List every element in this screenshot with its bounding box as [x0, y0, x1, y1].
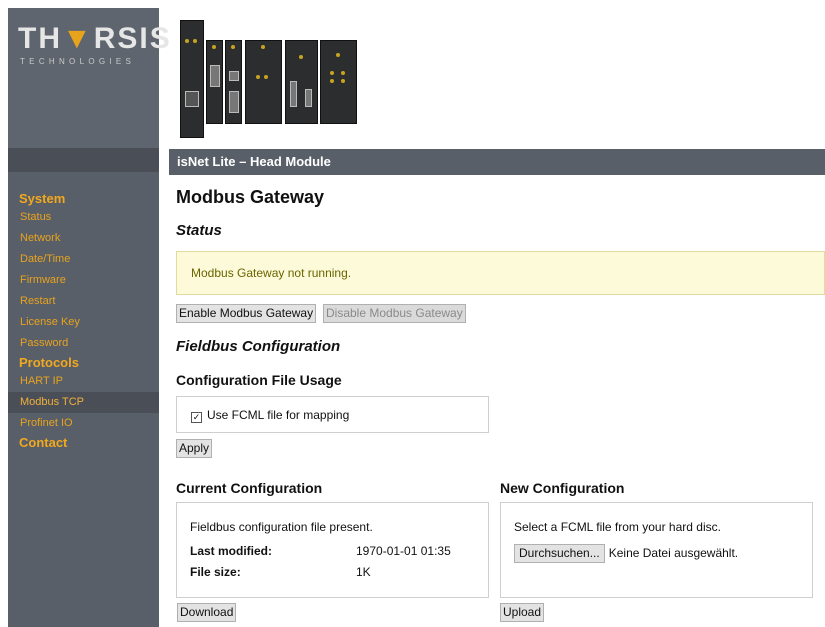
- device-module-3-image: [225, 40, 242, 124]
- brand-tagline: TECHNOLOGIES: [20, 57, 136, 66]
- disable-modbus-gateway-button[interactable]: Disable Modbus Gateway: [323, 304, 466, 323]
- last-modified-label: Last modified:: [190, 544, 273, 558]
- logo-o-icon: ▼: [62, 22, 94, 55]
- current-configuration-box: Fieldbus configuration file present. Las…: [176, 502, 489, 598]
- last-modified-value: 1970-01-01 01:35: [356, 544, 451, 558]
- current-configuration-heading: Current Configuration: [176, 480, 323, 496]
- device-module-6-image: [320, 40, 357, 124]
- checkbox-checked-icon[interactable]: ✓: [191, 412, 202, 423]
- device-module-2-image: [206, 40, 223, 124]
- no-file-selected-text: Keine Datei ausgewählt.: [608, 546, 739, 560]
- status-heading: Status: [176, 222, 222, 239]
- device-module-4-image: [245, 40, 282, 124]
- nav-section-protocols[interactable]: Protocols: [8, 354, 159, 371]
- configuration-file-usage-heading: Configuration File Usage: [176, 372, 342, 388]
- status-message: Modbus Gateway not running.: [191, 266, 352, 280]
- download-button[interactable]: Download: [177, 603, 237, 622]
- device-head-module-image: [180, 20, 204, 138]
- new-configuration-heading: New Configuration: [500, 480, 625, 496]
- nav-item-firmware[interactable]: Firmware: [8, 270, 159, 291]
- nav-item-status[interactable]: Status: [8, 207, 159, 228]
- nav-item-profinet-io[interactable]: Profinet IO: [8, 413, 159, 434]
- configuration-usage-box: ✓ Use FCML file for mapping: [176, 396, 489, 433]
- nav-section-contact[interactable]: Contact: [8, 434, 159, 451]
- nav-item-restart[interactable]: Restart: [8, 291, 159, 312]
- file-size-label: File size:: [190, 565, 241, 579]
- file-input[interactable]: Durchsuchen... Keine Datei ausgewählt.: [514, 544, 738, 563]
- file-size-value: 1K: [356, 565, 371, 579]
- nav-item-password[interactable]: Password: [8, 333, 159, 354]
- nav-section-system[interactable]: System: [8, 190, 159, 207]
- nav-item-hart-ip[interactable]: HART IP: [8, 371, 159, 392]
- brand-wordmark: TH▼RSIS: [18, 22, 172, 55]
- main-nav: System Status Network Date/Time Firmware…: [8, 190, 159, 451]
- sidebar-band: [8, 148, 159, 172]
- use-fcml-label: Use FCML file for mapping: [207, 408, 350, 422]
- sidebar: TH▼RSIS TECHNOLOGIES System Status Netwo…: [8, 8, 170, 627]
- brand-logo: TH▼RSIS TECHNOLOGIES: [8, 8, 170, 148]
- nav-item-license-key[interactable]: License Key: [8, 312, 159, 333]
- enable-modbus-gateway-button[interactable]: Enable Modbus Gateway: [176, 304, 317, 323]
- fieldbus-configuration-heading: Fieldbus Configuration: [176, 338, 341, 355]
- browse-file-button[interactable]: Durchsuchen...: [514, 544, 605, 563]
- new-configuration-box: Select a FCML file from your hard disc. …: [500, 502, 813, 598]
- module-title-bar: isNet Lite – Head Module: [169, 149, 825, 175]
- status-message-box: Modbus Gateway not running.: [176, 251, 825, 295]
- nav-item-date-time[interactable]: Date/Time: [8, 249, 159, 270]
- nav-item-modbus-tcp[interactable]: Modbus TCP: [8, 392, 159, 413]
- config-present-text: Fieldbus configuration file present.: [190, 520, 373, 534]
- apply-button[interactable]: Apply: [176, 439, 213, 458]
- select-file-instruction: Select a FCML file from your hard disc.: [514, 520, 721, 534]
- device-module-5-image: [285, 40, 318, 124]
- page-title: Modbus Gateway: [176, 187, 325, 207]
- product-banner-image: [169, 8, 825, 148]
- upload-button[interactable]: Upload: [500, 603, 545, 622]
- use-fcml-option[interactable]: ✓ Use FCML file for mapping: [191, 408, 349, 423]
- nav-item-network[interactable]: Network: [8, 228, 159, 249]
